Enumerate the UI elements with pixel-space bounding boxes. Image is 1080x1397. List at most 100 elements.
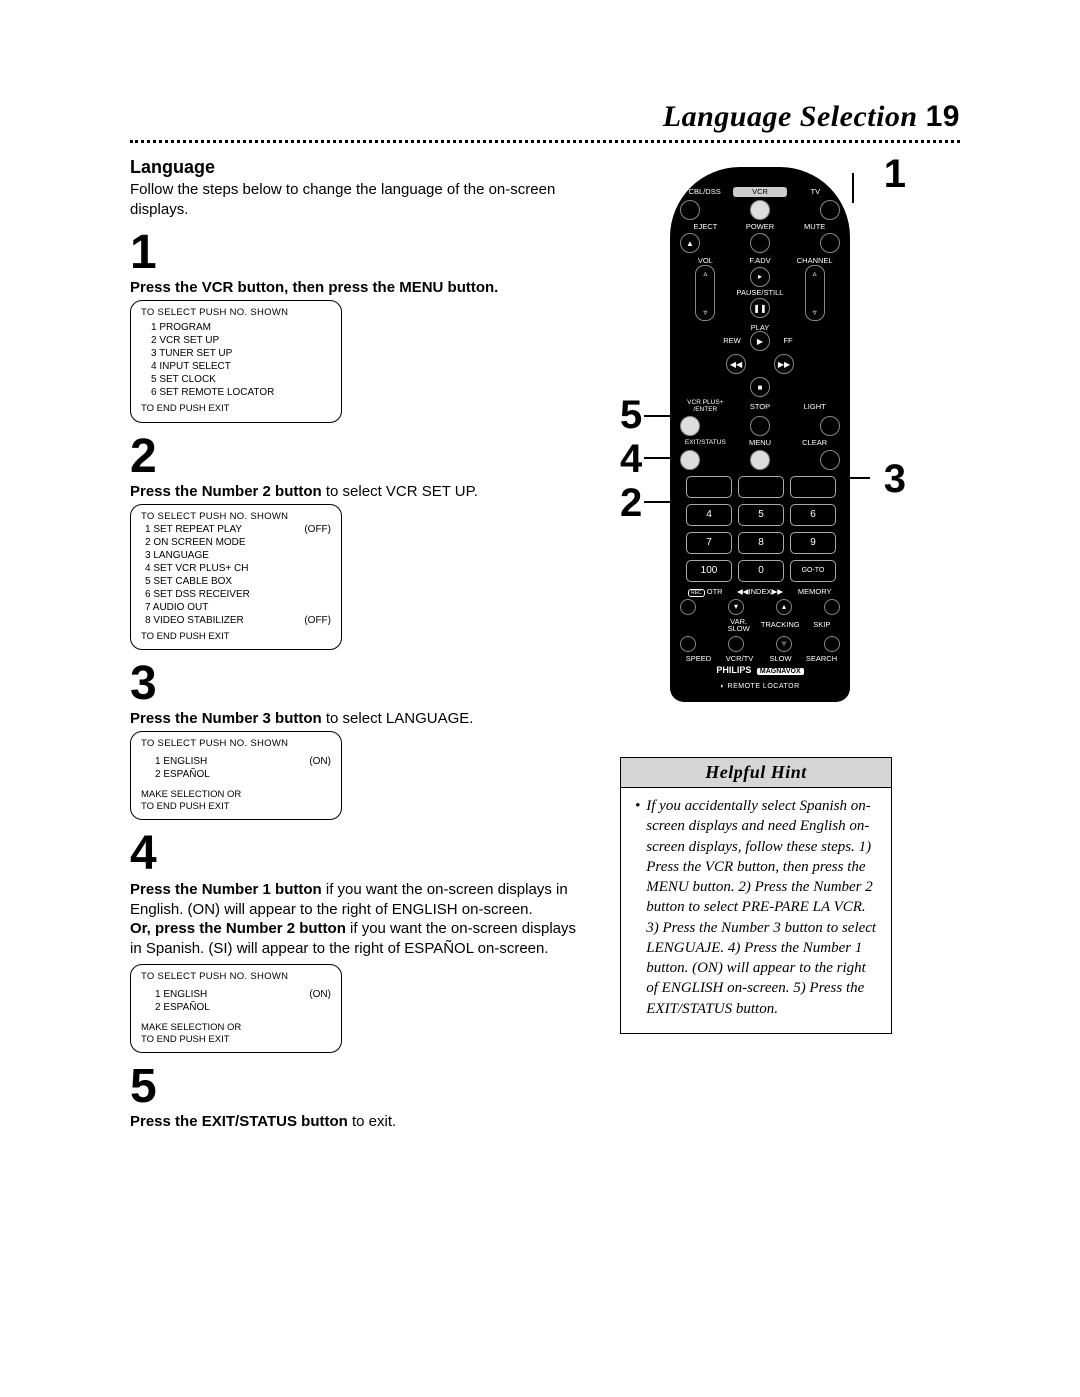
- step-3-number: 3: [130, 660, 590, 708]
- label-tracking: TRACKING: [761, 621, 800, 629]
- step-5-caption: Press the EXIT/STATUS button to exit.: [130, 1113, 590, 1130]
- step-5-bold: Press the EXIT/STATUS button: [130, 1113, 348, 1130]
- label-fadv: F.ADV: [735, 257, 786, 265]
- label-exit: EXIT/STATUS: [680, 440, 731, 447]
- osd3-footer1: MAKE SELECTION OR: [141, 789, 331, 801]
- label-skip: SKIP: [804, 621, 840, 629]
- osd2-item: 4 SET VCR PLUS+ CH: [145, 562, 331, 575]
- eject-button[interactable]: ▲: [680, 233, 700, 253]
- step-5-rest: to exit.: [348, 1113, 396, 1130]
- osd2-header: TO SELECT PUSH NO. SHOWN: [141, 511, 331, 523]
- hint-title: Helpful Hint: [621, 758, 891, 788]
- label-play: PLAY: [680, 324, 840, 332]
- numeric-keypad: 1 2 3 4 5 6 7 8 9 100 0 GO-TO: [686, 476, 834, 582]
- pause-button[interactable]: ❚❚: [750, 298, 770, 318]
- osd1-item: 1 PROGRAM: [151, 321, 331, 334]
- title-text: Language Selection: [663, 100, 918, 133]
- hint-bullet: •: [635, 796, 640, 1019]
- vcrplus-button[interactable]: [680, 416, 700, 436]
- key-goto[interactable]: GO-TO: [790, 560, 836, 582]
- cbldss-button[interactable]: [680, 200, 700, 220]
- memory-button[interactable]: [824, 599, 840, 615]
- label-varslow: VAR. SLOW: [720, 618, 756, 633]
- speed-button[interactable]: [680, 636, 696, 652]
- exit-button[interactable]: [680, 450, 700, 470]
- key-4[interactable]: 4: [686, 504, 732, 526]
- search-button[interactable]: [824, 636, 840, 652]
- key-2[interactable]: 2: [738, 476, 784, 498]
- osd3-footer2: TO END PUSH EXIT: [141, 801, 331, 813]
- step-2-number: 2: [130, 433, 590, 481]
- slow-button[interactable]: ▿: [776, 636, 792, 652]
- step-4-p2-bold: Or, press the Number 2 button: [130, 920, 346, 937]
- osd-menu-1: TO SELECT PUSH NO. SHOWN 1 PROGRAM 2 VCR…: [130, 300, 342, 423]
- menu-button[interactable]: [750, 450, 770, 470]
- osd1-item: 4 INPUT SELECT: [151, 360, 331, 373]
- callout-1: 1: [884, 152, 906, 197]
- callout-2: 2: [620, 481, 642, 526]
- key-6[interactable]: 6: [790, 504, 836, 526]
- callout-3: 3: [884, 457, 906, 502]
- osd2-item: 1 SET REPEAT PLAY(OFF): [145, 523, 331, 536]
- tv-button[interactable]: [820, 200, 840, 220]
- channel-rocker[interactable]: ▵▿: [805, 265, 825, 321]
- label-light: LIGHT: [789, 403, 840, 411]
- left-column: Language Follow the steps below to chang…: [130, 157, 590, 1134]
- osd1-header: TO SELECT PUSH NO. SHOWN: [141, 307, 331, 319]
- vcrtv-button[interactable]: [728, 636, 744, 652]
- label-tv: TV: [791, 188, 840, 196]
- callout-line: [852, 173, 854, 203]
- light-button[interactable]: [820, 416, 840, 436]
- label-channel: CHANNEL: [789, 257, 840, 265]
- key-1[interactable]: 1: [686, 476, 732, 498]
- label-vcrplus: VCR PLUS+ /ENTER: [680, 400, 731, 413]
- play-button[interactable]: ▶: [750, 331, 770, 351]
- brand-row: PHILIPS MAGNAVOX: [680, 665, 840, 675]
- index-ff-button[interactable]: ▴: [776, 599, 792, 615]
- power-button[interactable]: [750, 233, 770, 253]
- mute-button[interactable]: [820, 233, 840, 253]
- rew-button[interactable]: ◀◀: [726, 354, 746, 374]
- key-100[interactable]: 100: [686, 560, 732, 582]
- key-8[interactable]: 8: [738, 532, 784, 554]
- key-0[interactable]: 0: [738, 560, 784, 582]
- index-rew-button[interactable]: ▾: [728, 599, 744, 615]
- osd2-item: 6 SET DSS RECEIVER: [145, 588, 331, 601]
- intro-text: Follow the steps below to change the lan…: [130, 180, 590, 219]
- step-4-p1-bold: Press the Number 1 button: [130, 881, 322, 898]
- ff-button[interactable]: ▶▶: [774, 354, 794, 374]
- osd1-item: 2 VCR SET UP: [151, 334, 331, 347]
- label-pause: PAUSE/STILL: [735, 289, 786, 297]
- page-title: Language Selection 19: [130, 100, 960, 134]
- vcr-button[interactable]: [750, 200, 770, 220]
- fadv-button[interactable]: ▸: [750, 267, 770, 287]
- label-menu: MENU: [735, 439, 786, 447]
- key-5[interactable]: 5: [738, 504, 784, 526]
- otr-button[interactable]: [680, 599, 696, 615]
- step-1-bold: Press the VCR button, then press the MEN…: [130, 279, 498, 296]
- step-2-rest: to select VCR SET UP.: [322, 483, 478, 500]
- osd2-footer: TO END PUSH EXIT: [141, 631, 331, 643]
- osd1-item: 5 SET CLOCK: [151, 373, 331, 386]
- key-3[interactable]: 3: [790, 476, 836, 498]
- key-9[interactable]: 9: [790, 532, 836, 554]
- label-search: SEARCH: [803, 655, 840, 663]
- osd4-item: 1 ENGLISH(ON): [155, 988, 331, 1001]
- osd1-footer: TO END PUSH EXIT: [141, 403, 331, 415]
- remote-body: CBL/DSS VCR TV EJECT POWER MUTE: [670, 167, 850, 702]
- label-slow: SLOW: [762, 655, 799, 663]
- stop-button[interactable]: [750, 416, 770, 436]
- stop-button-center[interactable]: ■: [750, 377, 770, 397]
- callout-5: 5: [620, 393, 642, 438]
- hint-body: • If you accidentally select Spanish on-…: [621, 788, 891, 1033]
- osd2-item: 3 LANGUAGE: [145, 549, 331, 562]
- osd-menu-2: TO SELECT PUSH NO. SHOWN 1 SET REPEAT PL…: [130, 504, 342, 651]
- clear-button[interactable]: [820, 450, 840, 470]
- key-7[interactable]: 7: [686, 532, 732, 554]
- page-number: 19: [926, 100, 960, 133]
- vol-rocker[interactable]: ▵▿: [695, 265, 715, 321]
- osd-menu-3: TO SELECT PUSH NO. SHOWN 1 ENGLISH(ON) 2…: [130, 731, 342, 820]
- osd4-header: TO SELECT PUSH NO. SHOWN: [141, 971, 331, 983]
- step-4-p1: Press the Number 1 button if you want th…: [130, 880, 590, 919]
- hint-text: If you accidentally select Spanish on-sc…: [646, 796, 881, 1019]
